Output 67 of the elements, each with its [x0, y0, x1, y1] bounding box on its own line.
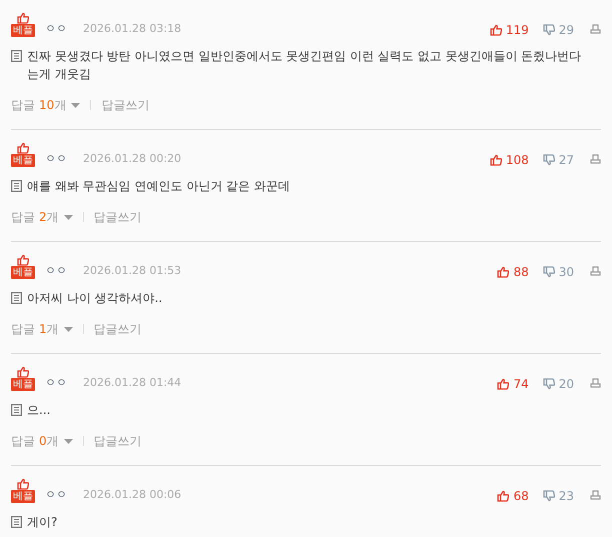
thumbs-up-icon — [490, 24, 502, 36]
dislike-button[interactable]: 20 — [542, 377, 574, 391]
write-reply-link[interactable]: 답글쓰기 — [94, 320, 142, 338]
thumbs-up-icon — [17, 142, 29, 154]
best-label: 베플 — [11, 266, 35, 279]
thumbs-up-icon — [497, 266, 510, 278]
like-button[interactable]: 88 — [497, 265, 529, 279]
comment-date: 2026.01.28 03:18 — [83, 21, 182, 37]
caret-icon — [71, 102, 80, 108]
author-name[interactable]: ㅇㅇ — [45, 487, 67, 503]
thumbs-down-icon — [542, 154, 555, 166]
best-label: 베플 — [11, 378, 35, 391]
report-icon[interactable] — [590, 490, 601, 500]
write-reply-link[interactable]: 답글쓰기 — [94, 432, 142, 450]
thumbs-down-icon — [542, 24, 555, 36]
comment-text: 아저씨 나이 생각하셔야.. — [27, 290, 162, 307]
thumbs-up-icon — [497, 490, 510, 502]
like-button[interactable]: 108 — [490, 153, 529, 167]
memo-icon — [11, 292, 22, 304]
caret-icon — [64, 214, 73, 220]
comment-text: 으... — [27, 402, 50, 419]
like-button[interactable]: 68 — [497, 489, 529, 503]
like-button[interactable]: 74 — [497, 377, 529, 391]
comment-date: 2026.01.28 00:20 — [83, 151, 182, 167]
thumbs-down-icon — [542, 490, 555, 502]
thumbs-up-icon — [17, 12, 29, 24]
thumbs-down-icon — [542, 378, 555, 390]
comment-date: 2026.01.28 00:06 — [83, 487, 182, 503]
thumbs-up-icon — [490, 154, 502, 166]
thumbs-up-icon — [17, 366, 29, 378]
report-icon[interactable] — [590, 24, 601, 34]
report-icon[interactable] — [590, 378, 601, 388]
memo-icon — [11, 50, 22, 62]
memo-icon — [11, 404, 22, 416]
dislike-button[interactable]: 27 — [542, 153, 574, 167]
thumbs-up-icon — [17, 254, 29, 266]
thumbs-up-icon — [497, 378, 510, 390]
memo-icon — [11, 516, 22, 528]
dislike-button[interactable]: 23 — [542, 489, 574, 503]
best-label: 베플 — [11, 24, 35, 37]
caret-icon — [64, 438, 73, 444]
comment-date: 2026.01.28 01:44 — [83, 375, 182, 391]
write-reply-link[interactable]: 답글쓰기 — [94, 208, 142, 226]
memo-icon — [11, 180, 22, 192]
dislike-button[interactable]: 30 — [542, 265, 574, 279]
reply-toggle[interactable]: 답글 2개 — [11, 208, 73, 226]
reply-toggle[interactable]: 답글 1개 — [11, 320, 73, 338]
author-name[interactable]: ㅇㅇ — [45, 151, 67, 167]
best-label: 베플 — [11, 490, 35, 503]
best-label: 베플 — [11, 154, 35, 167]
thumbs-down-icon — [542, 266, 555, 278]
author-name[interactable]: ㅇㅇ — [45, 263, 67, 279]
author-name[interactable]: ㅇㅇ — [45, 375, 67, 391]
report-icon[interactable] — [590, 154, 601, 164]
thumbs-up-icon — [17, 478, 29, 490]
write-reply-link[interactable]: 답글쓰기 — [101, 96, 150, 114]
comment-date: 2026.01.28 01:53 — [83, 263, 182, 279]
dislike-button[interactable]: 29 — [542, 23, 574, 37]
report-icon[interactable] — [590, 266, 601, 276]
reply-toggle[interactable]: 답글 10개 — [11, 96, 80, 114]
comment-text: 진짜 못생겼다 방탄 아니였으면 일반인중에서도 못생긴편임 이런 실력도 없고 못생긴애들이 돈쥤나번다는게 개웃김 — [27, 48, 582, 83]
like-button[interactable]: 119 — [490, 23, 529, 37]
reply-toggle[interactable]: 답글 0개 — [11, 432, 73, 450]
caret-icon — [64, 326, 73, 332]
author-name[interactable]: ㅇㅇ — [45, 21, 67, 37]
comment-text: 게이? — [27, 514, 58, 531]
comment-text: 얘를 왜봐 무관심임 연예인도 아닌거 같은 와꾼데 — [27, 178, 290, 195]
